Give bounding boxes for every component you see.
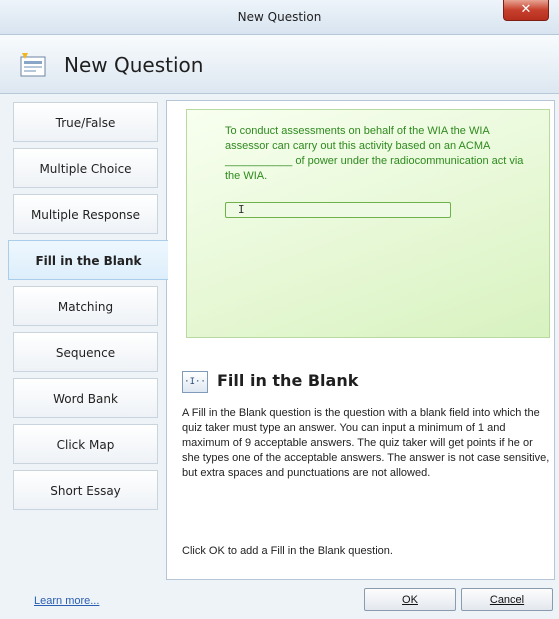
question-type-multiple-response[interactable]: Multiple Response (13, 194, 158, 234)
new-question-icon (20, 53, 46, 77)
title-bar[interactable]: New Question ✕ (0, 0, 559, 35)
cancel-button-label: Cancel (489, 594, 525, 606)
question-type-matching[interactable]: Matching (13, 286, 158, 326)
question-type-fill-in-the-blank[interactable]: Fill in the Blank (8, 240, 168, 280)
description-footer: Click OK to add a Fill in the Blank ques… (182, 545, 393, 557)
ok-button[interactable]: OK (364, 588, 456, 611)
question-type-true-false[interactable]: True/False (13, 102, 158, 142)
question-preview: To conduct assessments on behalf of the … (186, 109, 550, 338)
page-title: New Question (64, 53, 204, 77)
description-title: Fill in the Blank (217, 371, 359, 390)
new-question-dialog: New Question ✕ New Question True/False M… (0, 0, 559, 619)
dialog-body: True/False Multiple Choice Multiple Resp… (0, 94, 559, 619)
ok-button-label: OK (402, 594, 418, 606)
preview-question-text: To conduct assessments on behalf of the … (225, 125, 524, 182)
blank-answer-field[interactable]: I (225, 202, 451, 218)
close-button[interactable]: ✕ (503, 0, 549, 21)
window-title: New Question (237, 10, 322, 24)
question-type-sequence[interactable]: Sequence (13, 332, 158, 372)
fill-blank-icon: ·I·· (182, 371, 208, 393)
dialog-header: New Question (0, 35, 559, 94)
question-type-multiple-choice[interactable]: Multiple Choice (13, 148, 158, 188)
description-body: A Fill in the Blank question is the ques… (182, 407, 550, 479)
question-type-word-bank[interactable]: Word Bank (13, 378, 158, 418)
question-type-click-map[interactable]: Click Map (13, 424, 158, 464)
learn-more-link[interactable]: Learn more... (34, 595, 99, 607)
question-type-short-essay[interactable]: Short Essay (13, 470, 158, 510)
details-panel: To conduct assessments on behalf of the … (166, 100, 555, 580)
cancel-button[interactable]: Cancel (461, 588, 553, 611)
